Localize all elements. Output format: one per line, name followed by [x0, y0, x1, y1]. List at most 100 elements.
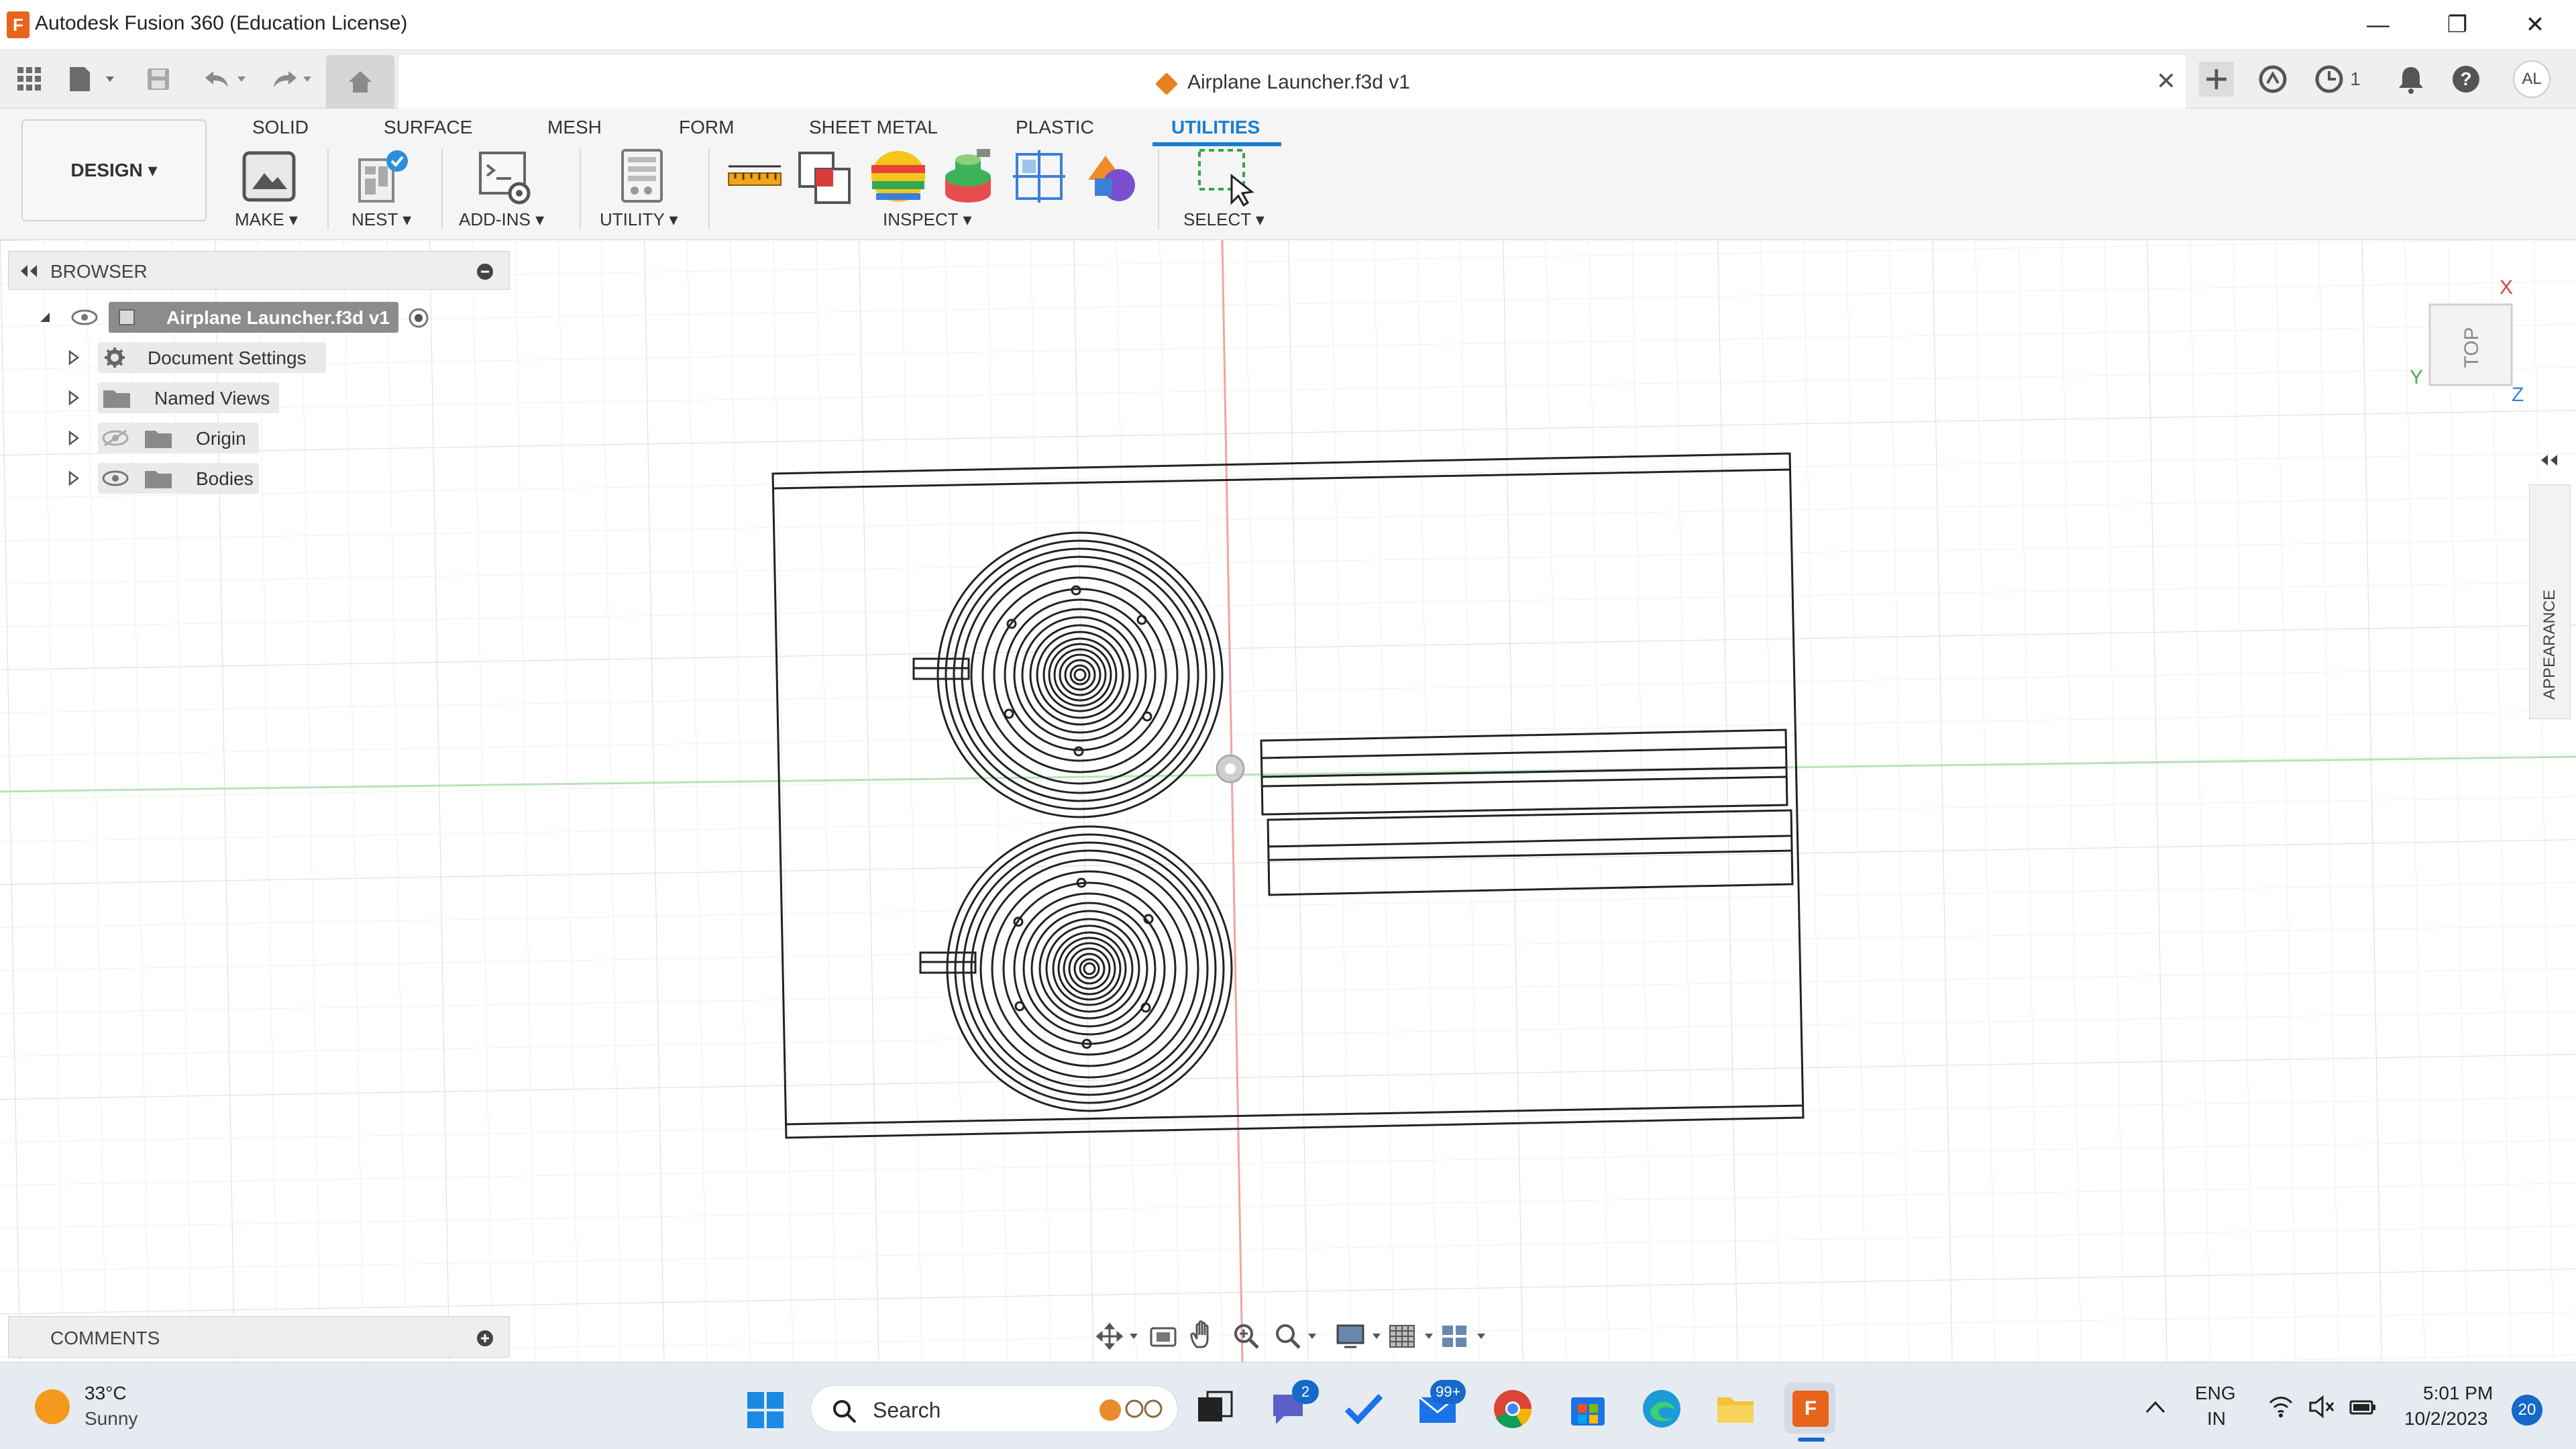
pan-hand-icon[interactable]	[1189, 1320, 1218, 1352]
browser-item-document-settings[interactable]: Document Settings	[64, 342, 326, 373]
collapse-browser-icon[interactable]	[18, 264, 40, 278]
add-ins-scripts-icon[interactable]	[475, 146, 535, 207]
extensions-icon[interactable]	[2257, 62, 2289, 97]
workspace-switcher[interactable]: DESIGN ▾	[21, 119, 207, 221]
display-settings-icon[interactable]	[1335, 1322, 1386, 1351]
tab-plastic[interactable]: PLASTIC	[1016, 109, 1094, 146]
add-comment-icon[interactable]	[476, 1329, 494, 1348]
measure-icon[interactable]	[724, 146, 785, 207]
nest-icon[interactable]	[353, 146, 413, 207]
window-title: Autodesk Fusion 360 (Education License)	[35, 12, 408, 34]
visibility-eye-icon[interactable]	[102, 470, 129, 487]
notifications-bell-icon[interactable]	[2396, 62, 2426, 97]
display-component-colors-icon[interactable]	[1081, 146, 1142, 207]
wifi-icon[interactable]	[2267, 1395, 2294, 1419]
clock-time[interactable]: 5:01 PM	[2423, 1383, 2493, 1404]
browser-root-row[interactable]: Airplane Launcher.f3d v1	[34, 302, 449, 333]
tab-mesh[interactable]: MESH	[547, 109, 602, 146]
taskbar-search[interactable]: Search	[810, 1385, 1178, 1432]
notification-center-badge[interactable]: 20	[2512, 1395, 2542, 1426]
zoom-icon[interactable]	[1232, 1322, 1261, 1351]
tab-surface[interactable]: SURFACE	[384, 109, 472, 146]
running-indicator	[1798, 1438, 1825, 1442]
expand-arrow-icon[interactable]	[67, 350, 80, 365]
window-select-icon[interactable]	[1195, 146, 1256, 207]
help-icon[interactable]: ?	[2450, 62, 2482, 97]
job-status-icon[interactable]	[2313, 62, 2345, 97]
task-view-icon[interactable]	[1194, 1388, 1236, 1430]
zebra-analysis-icon[interactable]	[868, 146, 928, 207]
tab-form[interactable]: FORM	[679, 109, 734, 146]
close-window-button[interactable]: ✕	[2498, 0, 2572, 50]
section-analysis-icon[interactable]	[1009, 146, 1069, 207]
tab-sheet-metal[interactable]: SHEET METAL	[809, 109, 938, 146]
activate-radio-icon[interactable]	[408, 307, 429, 329]
collapse-arrow-icon[interactable]	[38, 310, 52, 325]
browser-title: BROWSER	[50, 261, 148, 282]
fusion-360-taskbar-icon[interactable]: F	[1790, 1388, 1831, 1430]
utility-group-label[interactable]: UTILITY ▾	[600, 209, 678, 230]
battery-icon[interactable]	[2348, 1395, 2377, 1419]
todo-check-icon[interactable]	[1343, 1388, 1385, 1430]
nest-group-label[interactable]: NEST ▾	[352, 209, 411, 230]
show-hidden-icons-chevron-icon[interactable]	[2144, 1399, 2167, 1415]
select-group-label[interactable]: SELECT ▾	[1183, 209, 1265, 230]
store-icon[interactable]	[1567, 1388, 1609, 1430]
restore-button[interactable]: ❐	[2420, 0, 2494, 50]
grid-snaps-icon[interactable]	[1387, 1322, 1438, 1351]
volume-muted-icon[interactable]	[2308, 1395, 2334, 1419]
utility-icon[interactable]	[612, 146, 672, 207]
comments-panel[interactable]: COMMENTS	[8, 1316, 510, 1358]
make-3d-print-icon[interactable]	[239, 146, 299, 207]
tab-utilities[interactable]: UTILITIES	[1171, 109, 1260, 146]
minimize-button[interactable]: —	[2341, 0, 2415, 50]
tab-solid[interactable]: SOLID	[252, 109, 309, 146]
new-tab-icon[interactable]	[2198, 62, 2235, 97]
draft-analysis-icon[interactable]	[938, 146, 998, 207]
redo-icon[interactable]	[266, 64, 317, 94]
save-icon[interactable]	[145, 64, 172, 94]
hidden-eye-icon[interactable]	[102, 429, 129, 447]
browser-panel-header[interactable]: BROWSER	[8, 251, 510, 290]
model-canvas[interactable]: TOP X Y Z	[0, 240, 2576, 1362]
weather-description[interactable]: Sunny	[85, 1408, 138, 1430]
viewports-icon[interactable]	[1440, 1322, 1491, 1351]
expand-arrow-icon[interactable]	[67, 390, 80, 405]
interference-icon[interactable]	[796, 146, 856, 207]
fit-zoom-icon[interactable]	[1273, 1322, 1320, 1351]
document-tab[interactable]: Airplane Launcher.f3d v1 ✕	[398, 55, 2186, 109]
file-menu-icon[interactable]	[67, 64, 118, 94]
edge-icon[interactable]	[1641, 1388, 1682, 1430]
browser-item-bodies[interactable]: Bodies	[64, 463, 266, 494]
visibility-eye-icon[interactable]	[71, 309, 98, 326]
close-tab-button[interactable]: ✕	[2156, 67, 2176, 95]
clock-date[interactable]: 10/2/2023	[2404, 1408, 2488, 1430]
input-region[interactable]: IN	[2207, 1408, 2226, 1430]
windows-start-icon[interactable]	[746, 1391, 785, 1430]
comments-title: COMMENTS	[50, 1328, 160, 1348]
title-bar: F Autodesk Fusion 360 (Education License…	[0, 0, 2576, 50]
chrome-icon[interactable]	[1492, 1388, 1534, 1430]
make-group-label[interactable]: MAKE ▾	[235, 209, 298, 230]
expand-panel-icon[interactable]	[2540, 453, 2559, 467]
browser-item-origin[interactable]: Origin	[64, 423, 266, 453]
inspect-group-label[interactable]: INSPECT ▾	[883, 209, 972, 230]
input-language[interactable]: ENG	[2195, 1383, 2236, 1404]
expand-arrow-icon[interactable]	[67, 471, 80, 486]
weather-temperature[interactable]: 33°C	[85, 1383, 127, 1404]
undo-icon[interactable]	[200, 64, 251, 94]
look-at-icon[interactable]	[1148, 1322, 1178, 1351]
ribbon-separator	[580, 149, 581, 229]
home-tab[interactable]	[326, 55, 394, 109]
browser-item-named-views[interactable]: Named Views	[64, 382, 286, 413]
file-explorer-icon[interactable]	[1715, 1388, 1756, 1430]
add-ins-group-label[interactable]: ADD-INS ▾	[459, 209, 544, 230]
app-grid-icon[interactable]	[16, 64, 43, 94]
orbit-icon[interactable]	[1095, 1322, 1142, 1351]
user-avatar[interactable]: AL	[2513, 60, 2551, 98]
sun-icon[interactable]	[35, 1389, 70, 1424]
design-viewport[interactable]: TOP X Y Z	[0, 240, 2576, 1362]
browser-minimize-icon[interactable]	[476, 262, 494, 281]
appearance-panel-tab[interactable]: APPEARANCE	[2529, 484, 2571, 719]
expand-arrow-icon[interactable]	[67, 431, 80, 445]
